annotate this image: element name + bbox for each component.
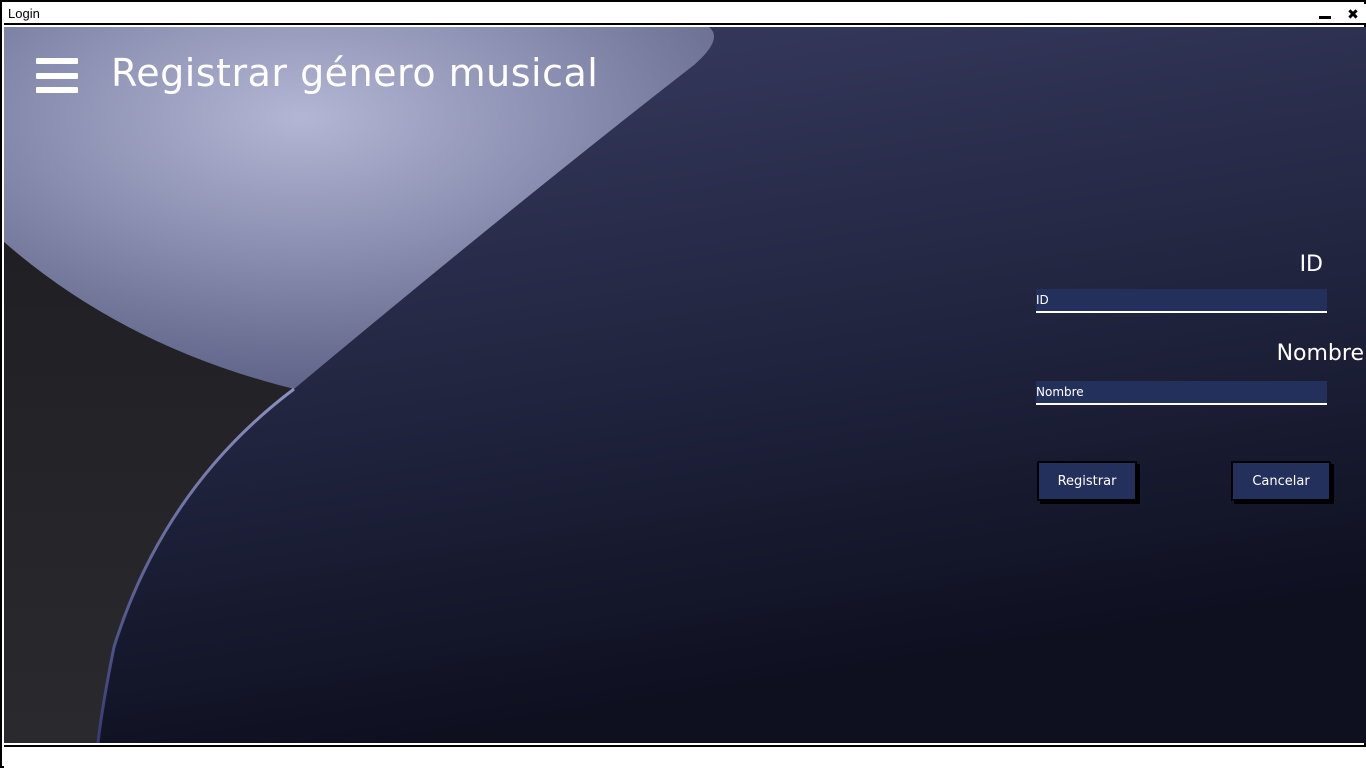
window-title: Login [8,6,40,21]
application-window: Login ✖ Registrar género musical ID ID N… [0,0,1366,768]
register-button[interactable]: Registrar [1037,461,1137,501]
close-button[interactable]: ✖ [1342,4,1364,25]
nombre-input[interactable] [1036,381,1327,405]
page-title: Registrar género musical [111,51,599,95]
id-input[interactable] [1036,289,1327,313]
main-content: Registrar género musical ID Nombre Regis… [4,27,1366,743]
id-label: ID [1299,252,1323,277]
minimize-icon [1319,16,1331,19]
hamburger-menu-button[interactable] [36,58,80,94]
hamburger-menu-icon [36,58,78,64]
close-icon: ✖ [1347,6,1359,23]
cancel-button[interactable]: Cancelar [1231,461,1331,501]
minimize-button[interactable] [1314,4,1336,25]
title-bar: Login ✖ [4,4,1366,25]
status-bar [4,745,1366,768]
nombre-label: Nombre [1276,341,1364,366]
